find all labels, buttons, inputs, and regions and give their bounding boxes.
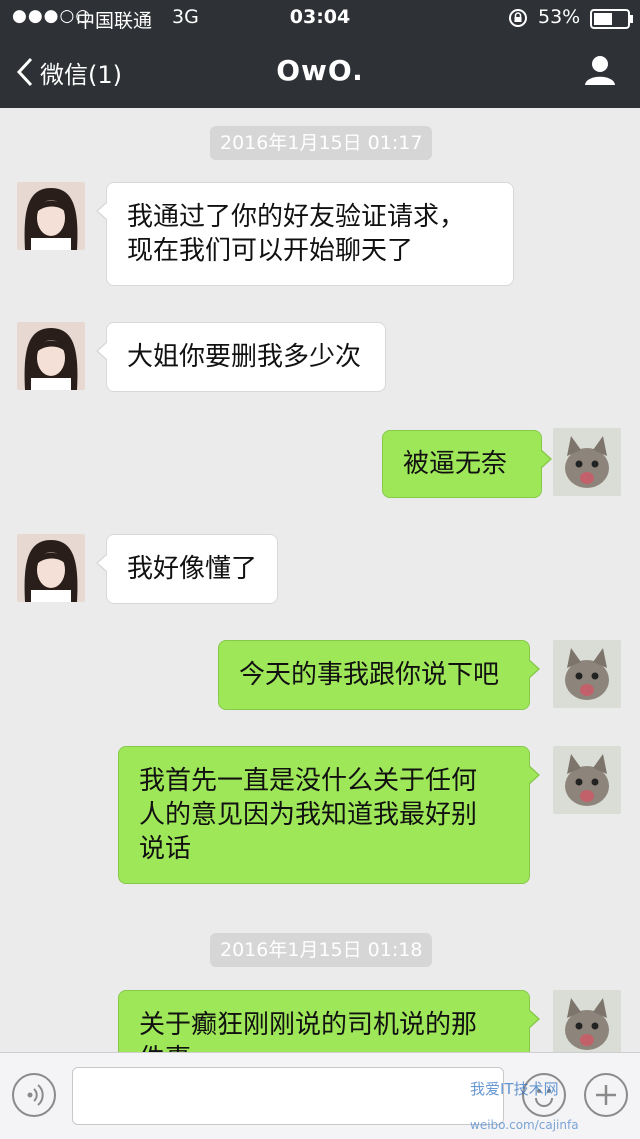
timestamp: 2016年1月15日 01:17 [210, 126, 433, 160]
voice-icon [27, 1084, 44, 1106]
message-bubble-incoming[interactable]: 我通过了你的好友验证请求， 现在我们可以开始聊天了 [96, 182, 514, 286]
message-text: 我好像懂了 [127, 554, 258, 584]
profile-button[interactable] [584, 54, 616, 90]
navigation-bar: 微信(1) OwO. [0, 36, 640, 108]
avatar-outgoing[interactable] [553, 428, 621, 496]
avatar-incoming[interactable] [17, 534, 85, 602]
timestamp: 2016年1月15日 01:18 [210, 933, 433, 967]
watermark-url: weibo.com/cajinfa [470, 1118, 579, 1132]
message-bubble-outgoing[interactable]: 我首先一直是没什么关于任何 人的意见因为我知道我最好别 说话 [118, 746, 540, 884]
message-text: 关于癫狂刚刚说的司机说的那 [139, 1010, 478, 1040]
message-bubble-outgoing[interactable]: 今天的事我跟你说下吧 [218, 640, 540, 710]
message-text: 我首先一直是没什么关于任何 [139, 766, 478, 796]
message-bubble-outgoing[interactable]: 关于癫狂刚刚说的司机说的那 件事 [118, 990, 540, 1052]
message-bubble-incoming[interactable]: 大姐你要删我多少次 [96, 322, 386, 392]
avatar-outgoing[interactable] [553, 640, 621, 708]
avatar-incoming[interactable] [17, 182, 85, 250]
battery-icon [590, 9, 634, 34]
message-text: 人的意见因为我知道我最好别 [139, 800, 478, 830]
voice-button[interactable] [12, 1073, 56, 1117]
status-bar: ●●●○○ 中国联通 3G 03:04 53% [0, 0, 640, 36]
plus-icon [596, 1085, 616, 1105]
avatar-incoming[interactable] [17, 322, 85, 390]
rotation-lock-icon [508, 8, 528, 33]
message-text: 件事 [139, 1042, 509, 1052]
message-input[interactable] [72, 1067, 504, 1125]
chat-title: OwO. [276, 54, 364, 87]
avatar-outgoing[interactable] [553, 990, 621, 1052]
message-text: 被逼无奈 [403, 449, 508, 479]
avatar-outgoing[interactable] [553, 746, 621, 814]
message-bubble-outgoing[interactable]: 被逼无奈 [382, 430, 552, 498]
more-button[interactable] [584, 1073, 628, 1117]
chat-area[interactable]: 2016年1月15日 01:17 我通过了你的好友验证请求， 现在我们可以开始聊… [0, 108, 640, 1052]
watermark-logo: 我爱IT技术网 [470, 1080, 559, 1098]
message-text: 今天的事我跟你说下吧 [239, 660, 500, 690]
message-text: 大姐你要删我多少次 [127, 342, 362, 372]
message-text: 我通过了你的好友验证请求， [127, 202, 466, 232]
message-text: 说话 [139, 834, 192, 864]
message-bubble-incoming[interactable]: 我好像懂了 [96, 534, 278, 604]
battery-percentage: 53% [538, 6, 581, 28]
message-text: 现在我们可以开始聊天了 [127, 236, 414, 266]
person-icon [585, 56, 615, 85]
